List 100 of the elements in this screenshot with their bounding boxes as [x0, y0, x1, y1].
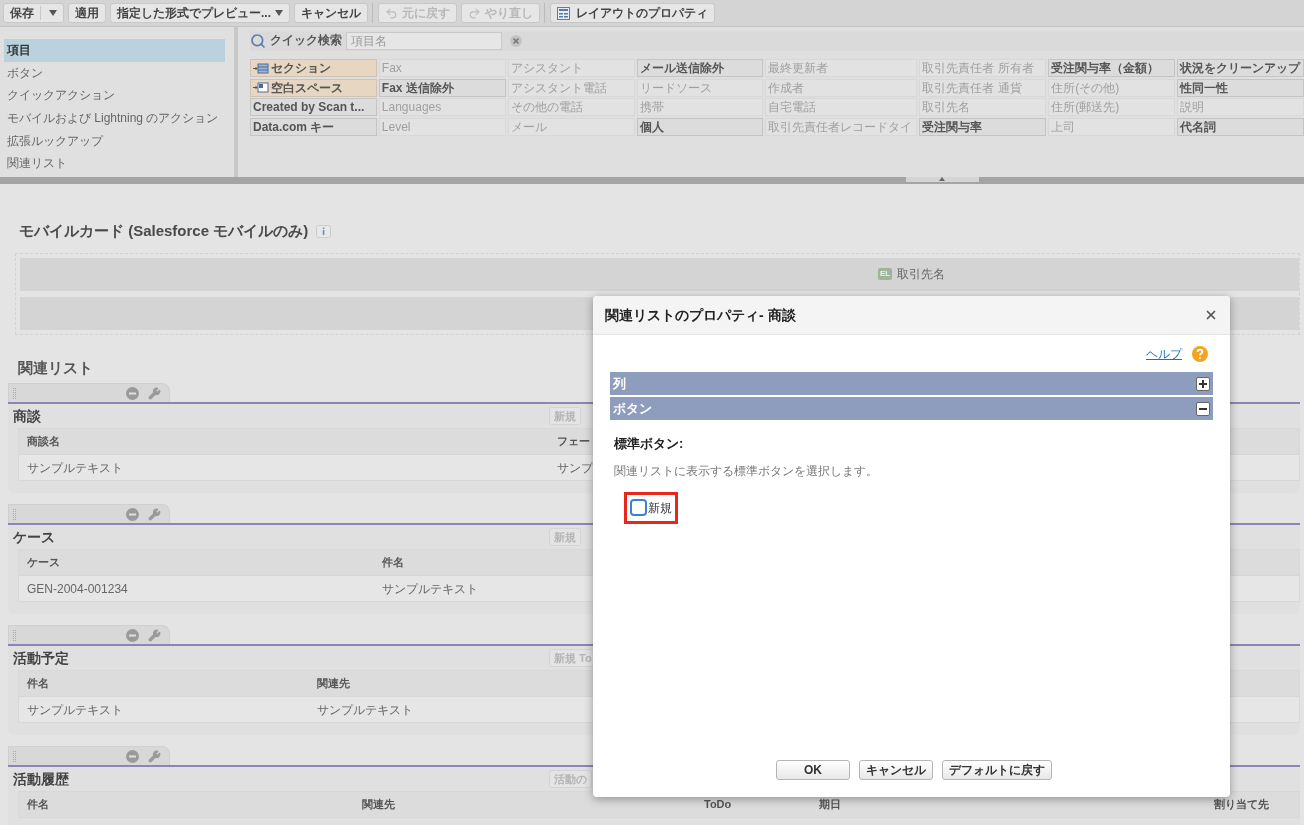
related-list-title: 活動履歴 [12, 769, 70, 789]
grip-icon [13, 387, 16, 399]
table-cell-text: サンプルテキスト [381, 580, 478, 598]
dialog-button[interactable]: キャンセル [859, 760, 933, 780]
field-item[interactable]: Fax 送信除外 [378, 78, 506, 97]
remove-icon[interactable] [126, 386, 139, 400]
column-header: 関連先 [316, 676, 350, 692]
column-header: 割り当て先 [1213, 797, 1269, 813]
accordion-header[interactable]: ボタン [610, 397, 1213, 420]
drag-handle[interactable] [8, 625, 170, 644]
column-header: 件名 [26, 797, 50, 813]
toolbar-button[interactable]: 保存 [3, 3, 64, 23]
collapse-icon[interactable] [1196, 401, 1210, 416]
toolbar-button[interactable]: レイアウトのプロパティ [550, 3, 715, 23]
drag-handle[interactable] [8, 746, 170, 765]
card-field-label: 取引先名 [897, 266, 946, 283]
field-item[interactable]: 住所(その他) [1048, 78, 1176, 97]
section-title: 関連リスト [17, 357, 94, 378]
toolbar-button[interactable]: 指定した形式でプレビュー... [110, 3, 290, 23]
field-item[interactable]: Fax [378, 59, 506, 77]
grip-icon [13, 629, 16, 641]
search-field[interactable]: 項目名 [346, 32, 502, 50]
column-header: 商談名 [26, 434, 61, 450]
caret-icon [49, 10, 57, 16]
resize-handle[interactable] [905, 177, 979, 182]
table-cell-text: GEN-2004-001234 [26, 580, 129, 598]
field-item[interactable]: 説明 [1177, 98, 1304, 116]
field-item[interactable]: Languages [378, 98, 506, 116]
sidebar-item[interactable]: クイックアクション [4, 84, 225, 107]
column-header: ToDo [703, 797, 733, 813]
wrench-icon[interactable] [148, 386, 161, 400]
dialog-button[interactable]: デフォルトに戻す [942, 760, 1052, 780]
field-item[interactable]: 代名詞 [1177, 117, 1304, 136]
help-icon[interactable] [1192, 345, 1208, 362]
checkbox[interactable] [630, 499, 647, 516]
field-item[interactable]: 住所(郵送先) [1048, 98, 1176, 116]
sidebar-item[interactable]: ボタン [4, 61, 225, 85]
field-item[interactable]: 空白スペース [250, 78, 377, 97]
redo-icon [468, 6, 481, 20]
field-item[interactable]: 受注関与率 [919, 117, 1047, 136]
remove-icon[interactable] [126, 507, 139, 521]
remove-icon[interactable] [126, 628, 139, 642]
field-item[interactable]: 取引先責任者 所有者 [919, 59, 1047, 77]
remove-icon[interactable] [126, 749, 139, 763]
field-item[interactable]: メール [507, 117, 635, 136]
field-item[interactable]: メール送信除外 [636, 59, 764, 77]
field-item[interactable]: Created by Scan t... [250, 98, 377, 116]
description: 関連リストに表示する標準ボタンを選択します。 [614, 462, 879, 480]
field-item[interactable]: Data.com キー [250, 117, 377, 136]
toolbar-button[interactable]: キャンセル [294, 3, 368, 23]
field-item[interactable]: Level [378, 117, 506, 136]
undo-icon [385, 6, 398, 20]
column-header: 件名 [381, 555, 404, 571]
field-item[interactable]: 携帯 [636, 98, 764, 116]
field-item[interactable]: 個人 [636, 117, 764, 136]
field-item[interactable]: 取引先責任者 通貨 [919, 78, 1047, 97]
accordion-title: 列 [613, 374, 626, 393]
wrench-icon[interactable] [148, 628, 161, 642]
section-icon [253, 62, 269, 74]
dialog-title: 関連リストのプロパティ- 商談 [605, 305, 796, 325]
dialog-button[interactable]: OK [776, 760, 850, 780]
sidebar-item[interactable]: モバイルおよび Lightning のアクション [4, 106, 225, 130]
sidebar-item[interactable]: 項目 [4, 39, 225, 62]
drag-handle[interactable] [8, 504, 170, 523]
table-cell-text: サンプ [556, 459, 593, 477]
close-icon[interactable] [1204, 308, 1218, 322]
drag-handle[interactable] [8, 383, 170, 402]
wrench-icon[interactable] [148, 507, 161, 521]
table-cell-text: サンプルテキスト [26, 459, 124, 477]
field-item[interactable]: 取引先名 [919, 98, 1047, 116]
field-item[interactable]: 性同一性 [1177, 78, 1304, 97]
field-item[interactable]: 受注関与率（金額） [1048, 59, 1176, 77]
related-list-title: 商談 [12, 406, 42, 426]
grip-icon [13, 508, 16, 520]
expand-icon[interactable] [1196, 376, 1210, 391]
field-item[interactable]: 状況をクリーンアップ [1177, 59, 1304, 77]
quick-search-label: クイック検索 [270, 32, 342, 49]
group-heading: 標準ボタン: [614, 435, 685, 453]
field-item[interactable]: 作成者 [765, 78, 918, 97]
field-item[interactable]: セクション [250, 59, 377, 77]
blank-space-icon [253, 82, 269, 93]
sidebar-item[interactable]: 関連リスト [4, 151, 225, 175]
field-item[interactable]: 最終更新者 [765, 59, 918, 77]
checkbox-label: 新規 [648, 499, 672, 517]
column-header: 件名 [26, 676, 50, 692]
accordion-header[interactable]: 列 [610, 372, 1213, 395]
field-type-icon: EL [878, 268, 893, 280]
help-link[interactable]: ヘルプ [1146, 344, 1182, 363]
clear-icon[interactable] [510, 35, 522, 47]
related-list-title: 活動予定 [12, 648, 70, 668]
toolbar-button[interactable]: 適用 [68, 3, 106, 23]
sidebar-item[interactable]: 拡張ルックアップ [4, 129, 225, 152]
table-cell-text: サンプルテキスト [316, 701, 413, 719]
caret-icon [275, 10, 283, 16]
column-header: 期日 [818, 797, 842, 813]
table-cell-text: サンプルテキスト [26, 701, 124, 719]
field-item[interactable]: リードソース [636, 78, 764, 97]
wrench-icon[interactable] [148, 749, 161, 763]
section-title: モバイルカード (Salesforce モバイルのみ) [19, 221, 309, 241]
info-icon[interactable] [316, 224, 332, 238]
